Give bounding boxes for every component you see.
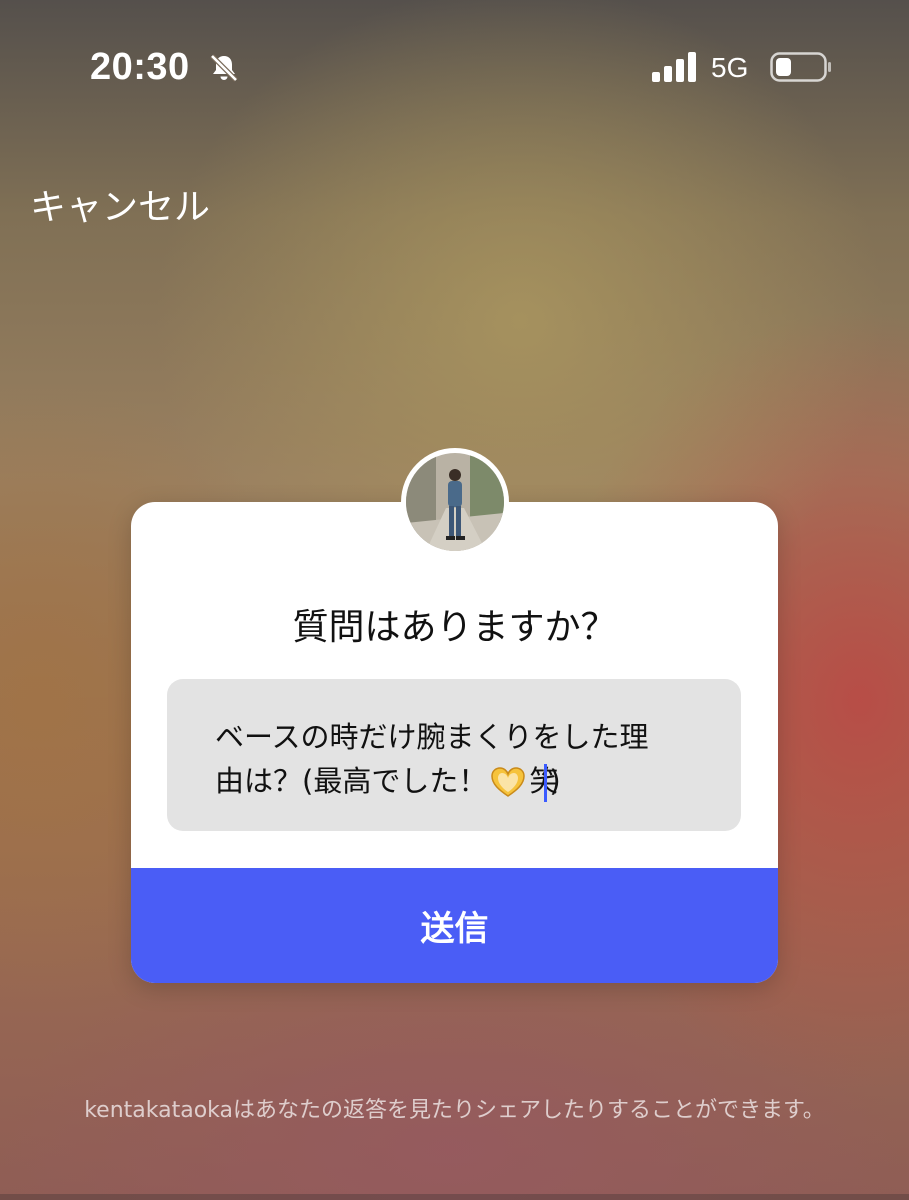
cancel-button[interactable]: キャンセル	[30, 178, 210, 230]
answer-text-line-2: 由は？(最高でした！ 笑)	[215, 759, 701, 803]
avatar-photo	[406, 453, 504, 551]
answer-input[interactable]: ベースの時だけ腕まくりをした理 由は？(最高でした！ 笑)	[167, 679, 741, 831]
signal-bars-icon	[652, 52, 696, 82]
answer-text-line-2-start: 由は？(最高でした！	[215, 764, 488, 798]
send-button[interactable]: 送信	[131, 868, 778, 983]
answer-text-line-2-end: 笑)	[529, 764, 561, 802]
question-card: 質問はありますか？ ベースの時だけ腕まくりをした理 由は？(最高でした！ 笑) …	[131, 502, 778, 983]
network-type: 5G	[711, 52, 749, 83]
battery-icon	[770, 52, 831, 82]
bell-slash-icon	[210, 54, 238, 82]
question-title: 質問はありますか？	[292, 607, 617, 648]
privacy-note: kentakataokaはあなたの返答を見たりシェアしたりすることができます。	[84, 1098, 825, 1123]
status-time: 20:30	[90, 46, 190, 88]
text-caret	[544, 764, 548, 802]
home-indicator-strip	[0, 1194, 909, 1200]
heart-hands-icon	[491, 767, 526, 797]
status-bar: 20:30 5G	[0, 0, 909, 140]
avatar	[401, 448, 509, 556]
answer-text-line-1: ベースの時だけ腕まくりをした理	[215, 720, 649, 754]
